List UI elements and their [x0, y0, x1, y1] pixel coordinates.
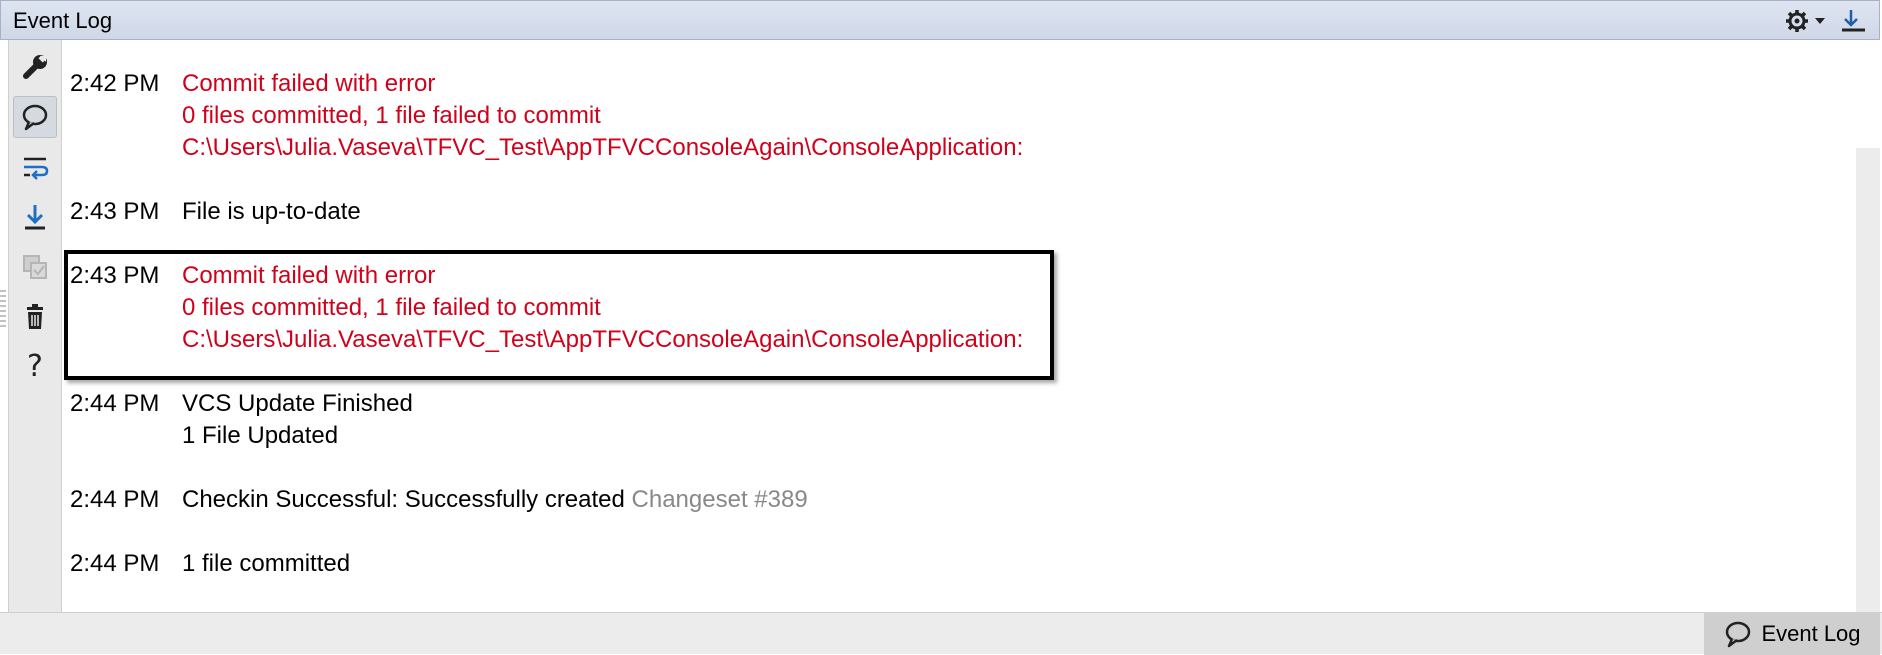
entry-line: 0 files committed, 1 file failed to comm…: [182, 294, 601, 321]
left-toolbar: ?: [8, 40, 62, 612]
speech-bubble-icon: [1726, 621, 1751, 648]
event-log-tab-button[interactable]: Event Log: [1704, 613, 1880, 655]
gear-icon[interactable]: [1785, 7, 1829, 35]
status-bar: Event Log: [0, 612, 1882, 655]
window-title: Event Log: [13, 8, 113, 33]
entry-line: Commit failed with error: [182, 262, 436, 289]
entry-line: 0 files committed, 1 file failed to comm…: [182, 102, 601, 129]
entry-line: File is up-to-date: [182, 198, 361, 225]
entry-time: 2:44 PM: [70, 390, 160, 417]
entry-line: Checkin Successful: Successfully created: [182, 486, 632, 513]
entry-line: Commit failed with error: [182, 70, 436, 97]
entry-time: 2:43 PM: [70, 198, 160, 225]
entry-line: 1 File Updated: [182, 422, 339, 449]
entry-line: C:\Users\Julia.Vaseva\TFVC_Test\AppTFVCC…: [182, 134, 1024, 161]
status-tab-label: Event Log: [1761, 621, 1861, 646]
resize-grip[interactable]: [0, 290, 6, 330]
entry-time: 2:44 PM: [70, 550, 160, 577]
event-log-window: Event Log ? 2:42 PM Commit failed with e…: [0, 0, 1882, 655]
wrench-icon[interactable]: [13, 46, 57, 88]
scroll-to-end-icon[interactable]: [13, 196, 57, 238]
entry-time: 2:44 PM: [70, 486, 160, 513]
entry-time: 2:42 PM: [70, 70, 160, 97]
entry-line: C:\Users\Julia.Vaseva\TFVC_Test\AppTFVCC…: [182, 326, 1024, 353]
trash-icon[interactable]: [13, 296, 57, 338]
speech-bubble-icon[interactable]: [13, 96, 57, 138]
changeset-link[interactable]: Changeset #389: [632, 486, 808, 513]
event-log-list: 2:42 PM Commit failed with error 0 files…: [62, 40, 1882, 612]
entry-line: 1 file committed: [182, 550, 351, 577]
hide-icon[interactable]: [1839, 7, 1867, 35]
entry-line: VCS Update Finished: [182, 390, 413, 417]
vertical-scrollbar[interactable]: [1856, 148, 1880, 612]
help-icon[interactable]: ?: [13, 346, 57, 388]
tool-window-header: Event Log: [0, 0, 1880, 40]
help-glyph: ?: [27, 349, 43, 384]
entry-time: 2:43 PM: [70, 262, 160, 289]
mark-as-read-icon: [13, 246, 57, 288]
wrap-icon[interactable]: [13, 146, 57, 188]
